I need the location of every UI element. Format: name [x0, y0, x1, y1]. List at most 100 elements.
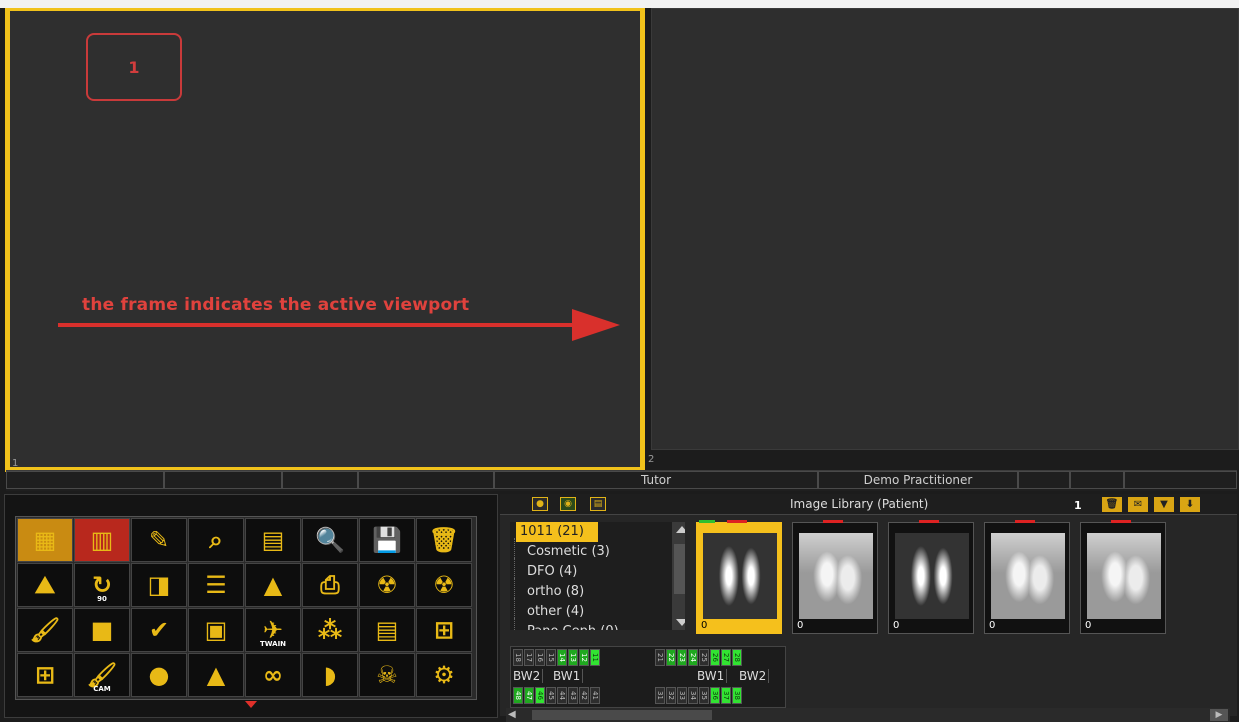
folder-item[interactable]: 1011 (21) [516, 522, 598, 542]
viewport-1[interactable]: 1 the frame indicates the active viewpor… [5, 8, 645, 472]
tooth-cell[interactable]: 23 [677, 649, 687, 666]
email-icon[interactable]: ✉ [1128, 497, 1148, 512]
download-arrow-icon[interactable]: ⬇ [1180, 497, 1200, 512]
library-scrollbar[interactable]: ◀ ▶ [506, 708, 1230, 722]
viewport-2[interactable]: 2 [648, 8, 1239, 465]
tooth-cell[interactable]: 15 [546, 649, 556, 666]
tooth-cell[interactable]: 38 [732, 687, 742, 704]
series-view-icon[interactable]: ▤ [590, 497, 606, 511]
folder-item[interactable]: Pano Ceph (0) [510, 618, 685, 630]
tooth-cell[interactable]: 46 [535, 687, 545, 704]
globe-view-icon[interactable]: ● [532, 497, 548, 511]
tooth-cell[interactable]: 32 [666, 687, 676, 704]
network-alt-tool[interactable]: ⊞ [17, 653, 73, 697]
edit-tool[interactable]: ✎ [131, 518, 187, 562]
filter-icon[interactable]: ▼ [1154, 497, 1174, 512]
layout-2-tool[interactable]: ▤ [245, 518, 301, 562]
tooth-cell[interactable]: 25 [699, 649, 709, 666]
radiation-settings-tool[interactable]: ☢ [416, 563, 472, 607]
print-tool[interactable]: ⎙ [302, 563, 358, 607]
tooth-cell[interactable]: 47 [524, 687, 534, 704]
document-tool[interactable]: ▤ [359, 608, 415, 652]
tooth-cell[interactable]: 27 [721, 649, 731, 666]
tooth-cell[interactable]: 33 [677, 687, 687, 704]
tooth-cell[interactable]: 42 [579, 687, 589, 704]
tooth-cell[interactable]: 18 [513, 649, 523, 666]
tooth-cell[interactable]: 11 [590, 649, 600, 666]
tooth-cell[interactable]: 28 [732, 649, 742, 666]
no-image-tool[interactable]: ⛰ [17, 563, 73, 607]
intraoral-tool[interactable]: 🖌 [17, 608, 73, 652]
tooth-cell[interactable]: 41 [590, 687, 600, 704]
tool-grid: ▦ ▥ ✎ ⌕ ▤ 🔍 💾 🗑 ⛰ ↻ 90 ◨ ☰ ▲ ⎙ ☢ ☢ 🖌 ■ ✔ ▣ ✈ TWAIN ⁂ ▤ ⊞ ⊞ 🖌 CAM ● ▲ ∞ ◗… [15, 516, 477, 700]
mirror-tool[interactable]: ◨ [131, 563, 187, 607]
scroll-right-icon[interactable]: ▶ [1210, 709, 1228, 721]
bitewing-label[interactable]: BW2 [513, 669, 544, 683]
text-image-tool[interactable]: ▣ [188, 608, 244, 652]
filter-settings-tool[interactable]: ⚙ [416, 653, 472, 697]
tooth-cell[interactable]: 35 [699, 687, 709, 704]
batch-tool[interactable]: ⁂ [302, 608, 358, 652]
network-tool[interactable]: ⊞ [416, 608, 472, 652]
scroll-thumb[interactable] [532, 710, 712, 720]
folder-item[interactable]: other (4) [510, 598, 685, 622]
cam-tool[interactable]: 🖌 CAM [74, 653, 130, 697]
tooth-cell[interactable]: 13 [568, 649, 578, 666]
folder-item[interactable]: DFO (4) [510, 558, 685, 582]
tooth-cell[interactable]: 22 [666, 649, 676, 666]
tooth-cell[interactable]: 37 [721, 687, 731, 704]
skull-tool[interactable]: ☠ [359, 653, 415, 697]
delete-icon[interactable]: 🗑 [1102, 497, 1122, 512]
tooth-cell[interactable]: 34 [688, 687, 698, 704]
bitewing-label[interactable]: BW2 [739, 669, 770, 683]
tooth-cell[interactable]: 36 [710, 687, 720, 704]
expand-arrow-icon[interactable] [245, 701, 257, 708]
video-tool[interactable]: ■ [74, 608, 130, 652]
tooth-cell[interactable]: 43 [568, 687, 578, 704]
xray-thumbnail[interactable]: 0 [984, 520, 1070, 634]
folder-scrollbar[interactable] [672, 522, 685, 630]
lips-tool[interactable]: ◗ [302, 653, 358, 697]
bitewing-label[interactable]: BW1 [553, 669, 584, 683]
sensor-tool[interactable]: ▥ [74, 518, 130, 562]
overlay-tool[interactable]: ∞ [245, 653, 301, 697]
tooth-cell[interactable]: 24 [688, 649, 698, 666]
tooth-cell[interactable]: 21 [655, 649, 665, 666]
tooth-cell[interactable]: 48 [513, 687, 523, 704]
tooth-cell[interactable]: 31 [655, 687, 665, 704]
acquire-image-tool[interactable]: ▦ [17, 518, 73, 562]
magnify-tool[interactable]: 🔍 [302, 518, 358, 562]
folder-item[interactable]: Cosmetic (3) [510, 538, 685, 562]
approve-tool[interactable]: ✔ [131, 608, 187, 652]
scroll-down-icon[interactable] [676, 619, 685, 626]
twain-tool[interactable]: ✈ TWAIN [245, 608, 301, 652]
tooth-cell[interactable]: 14 [557, 649, 567, 666]
save-tool[interactable]: 💾 [359, 518, 415, 562]
tooth-cell[interactable]: 17 [524, 649, 534, 666]
zoom-region-tool[interactable]: ⌕ [188, 518, 244, 562]
rotate-90-tool[interactable]: ↻ 90 [74, 563, 130, 607]
xray-thumbnail[interactable]: 0 [888, 520, 974, 634]
tooth-cell[interactable]: 45 [546, 687, 556, 704]
delete-tool[interactable]: 🗑 [416, 518, 472, 562]
tooth-cell[interactable]: 16 [535, 649, 545, 666]
scroll-left-icon[interactable]: ◀ [508, 709, 516, 720]
radiation-tool[interactable]: ☢ [359, 563, 415, 607]
bitewing-label[interactable]: BW1 [697, 669, 728, 683]
bulb-tool[interactable]: ● [131, 653, 187, 697]
xray-thumbnail[interactable]: 0 [792, 520, 878, 634]
tooth-cell[interactable]: 44 [557, 687, 567, 704]
patient-view-icon[interactable]: ◉ [560, 497, 576, 511]
xray-thumbnail[interactable]: 0 [1080, 520, 1166, 634]
landscape-tool[interactable]: ▲ [245, 563, 301, 607]
tooth-cell[interactable]: 12 [579, 649, 589, 666]
split-tool[interactable]: ☰ [188, 563, 244, 607]
tool-sublabel: CAM [93, 685, 111, 693]
scroll-up-icon[interactable] [676, 526, 685, 533]
tooth-chart[interactable]: 18 17 16 15 14 13 12 11 21 22 23 24 25 26 27 28 BW2 BW… [510, 646, 786, 708]
triangle-tool[interactable]: ▲ [188, 653, 244, 697]
folder-item[interactable]: ortho (8) [510, 578, 685, 602]
xray-thumbnail[interactable]: 0 [696, 520, 782, 634]
tooth-cell[interactable]: 26 [710, 649, 720, 666]
scroll-thumb[interactable] [674, 544, 685, 594]
